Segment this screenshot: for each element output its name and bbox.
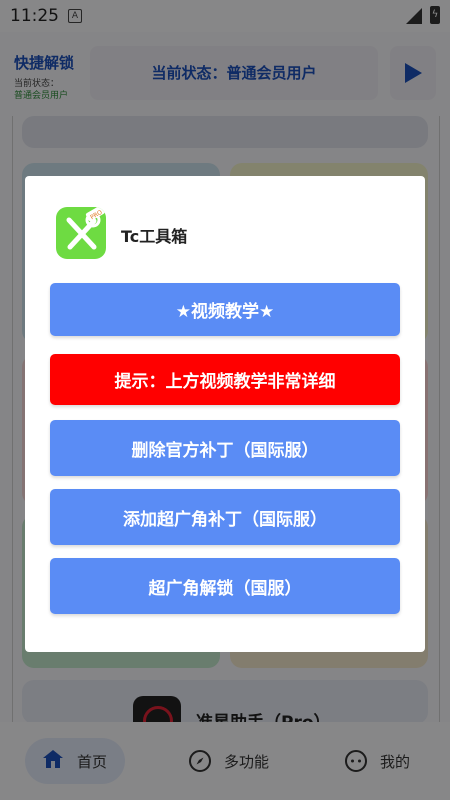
dialog-app-name: Tc工具箱 xyxy=(121,227,188,246)
add-wide-angle-patch-button[interactable]: 添加超广角补丁（国际服） xyxy=(50,489,400,545)
tools-app-icon: PRO xyxy=(56,207,106,259)
tutorial-hint-button[interactable]: 提示：上方视频教学非常详细 xyxy=(50,354,400,405)
tool-dialog: PRO Tc工具箱 ★视频教学★ 提示：上方视频教学非常详细 删除官方补丁（国际… xyxy=(25,176,425,652)
wide-angle-unlock-button[interactable]: 超广角解锁（国服） xyxy=(50,558,400,614)
video-tutorial-button[interactable]: ★视频教学★ xyxy=(50,283,400,336)
delete-official-patch-button[interactable]: 删除官方补丁（国际服） xyxy=(50,420,400,476)
